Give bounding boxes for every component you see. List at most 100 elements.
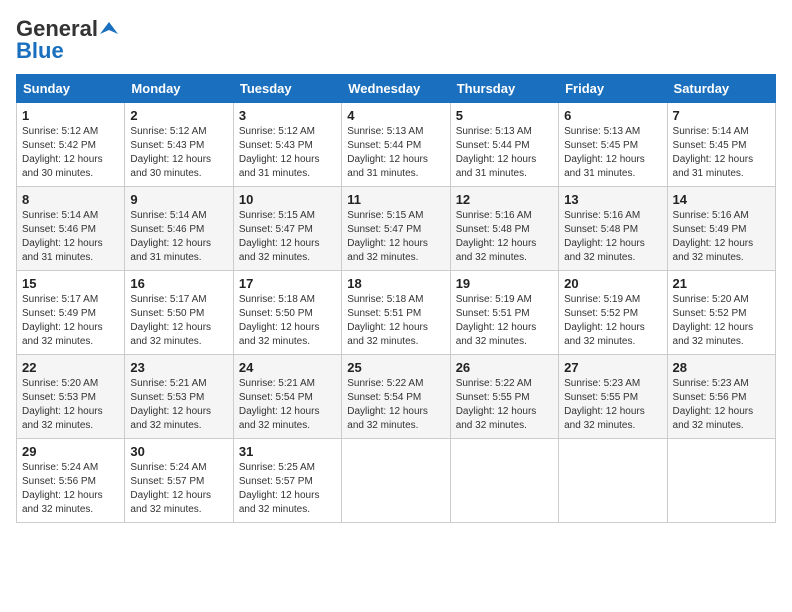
calendar-week-row: 8 Sunrise: 5:14 AMSunset: 5:46 PMDayligh… bbox=[17, 187, 776, 271]
header-day-monday: Monday bbox=[125, 75, 233, 103]
day-info: Sunrise: 5:17 AMSunset: 5:49 PMDaylight:… bbox=[22, 293, 119, 349]
calendar-cell: 31 Sunrise: 5:25 AMSunset: 5:57 PMDaylig… bbox=[233, 439, 341, 523]
day-info: Sunrise: 5:23 AMSunset: 5:56 PMDaylight:… bbox=[673, 377, 770, 433]
calendar-cell: 21 Sunrise: 5:20 AMSunset: 5:52 PMDaylig… bbox=[667, 271, 775, 355]
day-info: Sunrise: 5:14 AMSunset: 5:45 PMDaylight:… bbox=[673, 125, 770, 181]
day-number: 28 bbox=[673, 360, 770, 375]
day-number: 31 bbox=[239, 444, 336, 459]
day-number: 7 bbox=[673, 108, 770, 123]
header-day-thursday: Thursday bbox=[450, 75, 558, 103]
calendar-cell: 22 Sunrise: 5:20 AMSunset: 5:53 PMDaylig… bbox=[17, 355, 125, 439]
day-number: 1 bbox=[22, 108, 119, 123]
day-number: 23 bbox=[130, 360, 227, 375]
calendar-cell: 3 Sunrise: 5:12 AMSunset: 5:43 PMDayligh… bbox=[233, 103, 341, 187]
day-info: Sunrise: 5:19 AMSunset: 5:51 PMDaylight:… bbox=[456, 293, 553, 349]
header-day-sunday: Sunday bbox=[17, 75, 125, 103]
day-info: Sunrise: 5:15 AMSunset: 5:47 PMDaylight:… bbox=[239, 209, 336, 265]
day-info: Sunrise: 5:25 AMSunset: 5:57 PMDaylight:… bbox=[239, 461, 336, 517]
calendar-cell: 26 Sunrise: 5:22 AMSunset: 5:55 PMDaylig… bbox=[450, 355, 558, 439]
day-info: Sunrise: 5:22 AMSunset: 5:55 PMDaylight:… bbox=[456, 377, 553, 433]
day-info: Sunrise: 5:12 AMSunset: 5:43 PMDaylight:… bbox=[239, 125, 336, 181]
day-number: 18 bbox=[347, 276, 444, 291]
calendar-cell: 19 Sunrise: 5:19 AMSunset: 5:51 PMDaylig… bbox=[450, 271, 558, 355]
calendar-cell bbox=[342, 439, 450, 523]
day-info: Sunrise: 5:12 AMSunset: 5:42 PMDaylight:… bbox=[22, 125, 119, 181]
day-info: Sunrise: 5:21 AMSunset: 5:53 PMDaylight:… bbox=[130, 377, 227, 433]
day-info: Sunrise: 5:24 AMSunset: 5:57 PMDaylight:… bbox=[130, 461, 227, 517]
day-number: 24 bbox=[239, 360, 336, 375]
logo-bird-icon bbox=[100, 20, 118, 38]
day-number: 2 bbox=[130, 108, 227, 123]
day-number: 22 bbox=[22, 360, 119, 375]
day-number: 25 bbox=[347, 360, 444, 375]
day-number: 5 bbox=[456, 108, 553, 123]
day-info: Sunrise: 5:16 AMSunset: 5:48 PMDaylight:… bbox=[564, 209, 661, 265]
day-info: Sunrise: 5:23 AMSunset: 5:55 PMDaylight:… bbox=[564, 377, 661, 433]
day-info: Sunrise: 5:18 AMSunset: 5:50 PMDaylight:… bbox=[239, 293, 336, 349]
day-number: 3 bbox=[239, 108, 336, 123]
calendar-cell: 25 Sunrise: 5:22 AMSunset: 5:54 PMDaylig… bbox=[342, 355, 450, 439]
day-number: 10 bbox=[239, 192, 336, 207]
calendar-cell: 11 Sunrise: 5:15 AMSunset: 5:47 PMDaylig… bbox=[342, 187, 450, 271]
calendar-cell bbox=[559, 439, 667, 523]
day-info: Sunrise: 5:15 AMSunset: 5:47 PMDaylight:… bbox=[347, 209, 444, 265]
calendar-cell: 14 Sunrise: 5:16 AMSunset: 5:49 PMDaylig… bbox=[667, 187, 775, 271]
calendar-cell: 30 Sunrise: 5:24 AMSunset: 5:57 PMDaylig… bbox=[125, 439, 233, 523]
calendar-cell: 7 Sunrise: 5:14 AMSunset: 5:45 PMDayligh… bbox=[667, 103, 775, 187]
calendar-cell: 10 Sunrise: 5:15 AMSunset: 5:47 PMDaylig… bbox=[233, 187, 341, 271]
calendar-cell: 13 Sunrise: 5:16 AMSunset: 5:48 PMDaylig… bbox=[559, 187, 667, 271]
day-info: Sunrise: 5:16 AMSunset: 5:48 PMDaylight:… bbox=[456, 209, 553, 265]
calendar-cell: 20 Sunrise: 5:19 AMSunset: 5:52 PMDaylig… bbox=[559, 271, 667, 355]
calendar-cell: 28 Sunrise: 5:23 AMSunset: 5:56 PMDaylig… bbox=[667, 355, 775, 439]
day-number: 17 bbox=[239, 276, 336, 291]
day-number: 13 bbox=[564, 192, 661, 207]
calendar-cell: 27 Sunrise: 5:23 AMSunset: 5:55 PMDaylig… bbox=[559, 355, 667, 439]
day-number: 26 bbox=[456, 360, 553, 375]
calendar-week-row: 1 Sunrise: 5:12 AMSunset: 5:42 PMDayligh… bbox=[17, 103, 776, 187]
day-number: 15 bbox=[22, 276, 119, 291]
day-number: 29 bbox=[22, 444, 119, 459]
calendar-cell: 5 Sunrise: 5:13 AMSunset: 5:44 PMDayligh… bbox=[450, 103, 558, 187]
day-info: Sunrise: 5:19 AMSunset: 5:52 PMDaylight:… bbox=[564, 293, 661, 349]
logo-blue-text: Blue bbox=[16, 38, 64, 64]
day-number: 27 bbox=[564, 360, 661, 375]
day-number: 14 bbox=[673, 192, 770, 207]
calendar-cell: 16 Sunrise: 5:17 AMSunset: 5:50 PMDaylig… bbox=[125, 271, 233, 355]
day-number: 6 bbox=[564, 108, 661, 123]
day-info: Sunrise: 5:12 AMSunset: 5:43 PMDaylight:… bbox=[130, 125, 227, 181]
day-info: Sunrise: 5:16 AMSunset: 5:49 PMDaylight:… bbox=[673, 209, 770, 265]
header-day-saturday: Saturday bbox=[667, 75, 775, 103]
day-info: Sunrise: 5:20 AMSunset: 5:52 PMDaylight:… bbox=[673, 293, 770, 349]
day-number: 9 bbox=[130, 192, 227, 207]
day-info: Sunrise: 5:17 AMSunset: 5:50 PMDaylight:… bbox=[130, 293, 227, 349]
calendar-cell: 23 Sunrise: 5:21 AMSunset: 5:53 PMDaylig… bbox=[125, 355, 233, 439]
day-info: Sunrise: 5:20 AMSunset: 5:53 PMDaylight:… bbox=[22, 377, 119, 433]
calendar-cell: 15 Sunrise: 5:17 AMSunset: 5:49 PMDaylig… bbox=[17, 271, 125, 355]
calendar-cell: 9 Sunrise: 5:14 AMSunset: 5:46 PMDayligh… bbox=[125, 187, 233, 271]
header-day-tuesday: Tuesday bbox=[233, 75, 341, 103]
calendar-cell: 8 Sunrise: 5:14 AMSunset: 5:46 PMDayligh… bbox=[17, 187, 125, 271]
calendar-table: SundayMondayTuesdayWednesdayThursdayFrid… bbox=[16, 74, 776, 523]
calendar-week-row: 29 Sunrise: 5:24 AMSunset: 5:56 PMDaylig… bbox=[17, 439, 776, 523]
day-number: 11 bbox=[347, 192, 444, 207]
calendar-cell: 1 Sunrise: 5:12 AMSunset: 5:42 PMDayligh… bbox=[17, 103, 125, 187]
day-number: 8 bbox=[22, 192, 119, 207]
day-info: Sunrise: 5:14 AMSunset: 5:46 PMDaylight:… bbox=[130, 209, 227, 265]
calendar-week-row: 22 Sunrise: 5:20 AMSunset: 5:53 PMDaylig… bbox=[17, 355, 776, 439]
header-row: SundayMondayTuesdayWednesdayThursdayFrid… bbox=[17, 75, 776, 103]
day-info: Sunrise: 5:13 AMSunset: 5:45 PMDaylight:… bbox=[564, 125, 661, 181]
calendar-cell: 17 Sunrise: 5:18 AMSunset: 5:50 PMDaylig… bbox=[233, 271, 341, 355]
calendar-cell bbox=[667, 439, 775, 523]
calendar-cell: 24 Sunrise: 5:21 AMSunset: 5:54 PMDaylig… bbox=[233, 355, 341, 439]
day-number: 20 bbox=[564, 276, 661, 291]
calendar-cell: 2 Sunrise: 5:12 AMSunset: 5:43 PMDayligh… bbox=[125, 103, 233, 187]
header-day-friday: Friday bbox=[559, 75, 667, 103]
day-info: Sunrise: 5:18 AMSunset: 5:51 PMDaylight:… bbox=[347, 293, 444, 349]
day-info: Sunrise: 5:24 AMSunset: 5:56 PMDaylight:… bbox=[22, 461, 119, 517]
day-info: Sunrise: 5:22 AMSunset: 5:54 PMDaylight:… bbox=[347, 377, 444, 433]
header-day-wednesday: Wednesday bbox=[342, 75, 450, 103]
day-info: Sunrise: 5:21 AMSunset: 5:54 PMDaylight:… bbox=[239, 377, 336, 433]
day-info: Sunrise: 5:13 AMSunset: 5:44 PMDaylight:… bbox=[456, 125, 553, 181]
calendar-cell: 29 Sunrise: 5:24 AMSunset: 5:56 PMDaylig… bbox=[17, 439, 125, 523]
calendar-week-row: 15 Sunrise: 5:17 AMSunset: 5:49 PMDaylig… bbox=[17, 271, 776, 355]
